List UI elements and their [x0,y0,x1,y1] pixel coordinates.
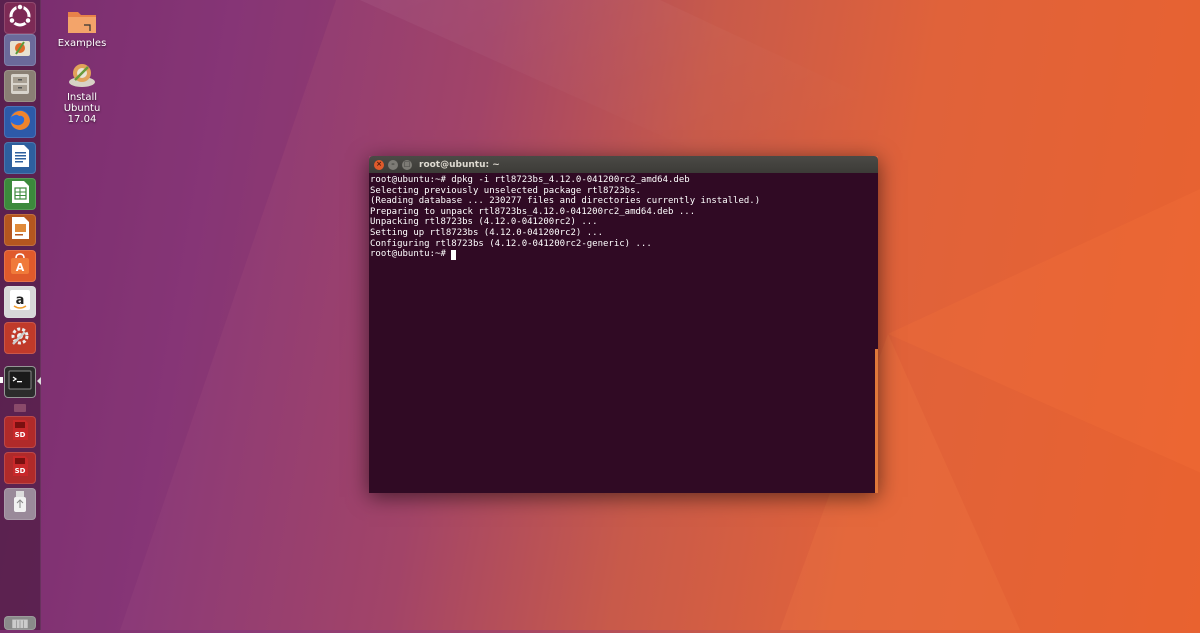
libreoffice-writer-button[interactable] [4,142,36,174]
scrollbar[interactable] [875,349,878,493]
text-cursor [451,249,457,260]
presentation-icon [7,215,33,245]
installer-icon [47,60,117,90]
spreadsheet-icon [7,179,33,209]
libreoffice-calc-button[interactable] [4,178,36,210]
system-settings-button[interactable] [4,322,36,354]
desktop-icon-examples[interactable]: Examples [47,6,117,49]
svg-text:SD: SD [15,431,26,439]
gear-wrench-icon [7,323,33,353]
sd-card-1-button[interactable]: SD [4,416,36,448]
svg-text:A: A [16,261,25,274]
software-updater-button[interactable] [4,34,36,66]
terminal-prompt-line[interactable]: root@ubuntu:~# [370,249,878,260]
firefox-icon [7,107,33,137]
terminal-line: Preparing to unpack rtl8723bs_4.12.0-041… [370,206,696,217]
svg-text:a: a [16,293,25,308]
desktop-icon-install-ubuntu[interactable]: Install Ubuntu 17.04 [47,60,117,125]
ubuntu-software-button[interactable]: A [4,250,36,282]
software-updater-icon [7,35,33,65]
terminal-prompt: root@ubuntu:~# [370,249,452,260]
sd-card-icon: SD [7,417,33,447]
usb-drive-icon [7,489,33,519]
minimize-button[interactable]: – [388,159,398,170]
terminal-line: (Reading database ... 230277 files and d… [370,196,761,207]
sd-card-icon: SD [7,453,33,483]
minimize-icon: – [391,160,395,168]
close-button[interactable]: × [374,159,384,170]
shopping-bag-icon: A [7,251,33,281]
libreoffice-impress-button[interactable] [4,214,36,246]
files-button[interactable] [4,70,36,102]
amazon-button[interactable]: a [4,286,36,318]
focused-indicator [37,377,41,385]
usb-drive-button[interactable] [4,488,36,520]
ubuntu-dash-button[interactable] [4,2,36,34]
terminal-line: Setting up rtl8723bs (4.12.0-041200rc2) … [370,227,603,238]
separator-icon [14,404,26,412]
terminal-window[interactable]: × – □ root@ubuntu: ~ root@ubuntu:~# dpkg… [369,156,878,493]
trash-button[interactable] [4,616,36,630]
writer-document-icon [7,143,33,173]
sd-card-2-button[interactable]: SD [4,452,36,484]
running-indicator [0,377,3,383]
folder-icon [47,6,117,36]
desktop-icon-label: Install Ubuntu 17.04 [63,92,101,125]
terminal-line: Unpacking rtl8723bs (4.12.0-041200rc2) .… [370,217,598,228]
maximize-icon: □ [403,160,411,168]
launcher: A a SD SD [0,0,41,630]
terminal-line: root@ubuntu:~# dpkg -i rtl8723bs_4.12.0-… [370,175,690,185]
maximize-button[interactable]: □ [402,159,412,170]
firefox-button[interactable] [4,106,36,138]
file-cabinet-icon [7,71,33,101]
terminal-line: Configuring rtl8723bs (4.12.0-041200rc2-… [370,238,652,249]
ubuntu-logo-icon [7,3,33,33]
svg-text:SD: SD [15,467,26,475]
terminal-line: Selecting previously unselected package … [370,185,641,196]
terminal-icon [7,367,33,397]
amazon-icon: a [7,287,33,317]
desktop-icon-label: Examples [57,38,107,49]
window-title: root@ubuntu: ~ [419,159,500,170]
terminal-output[interactable]: root@ubuntu:~# dpkg -i rtl8723bs_4.12.0-… [369,173,878,493]
terminal-titlebar[interactable]: × – □ root@ubuntu: ~ [369,156,878,173]
terminal-button[interactable] [4,366,36,398]
close-icon: × [376,160,382,168]
